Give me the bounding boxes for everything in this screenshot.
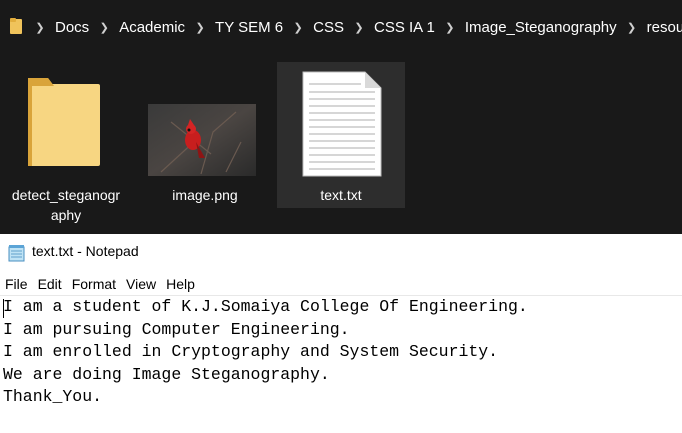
notepad-window: text.txt - Notepad File Edit Format View… bbox=[0, 234, 682, 433]
file-grid: detect_steganogr aphy image.png text.txt bbox=[0, 62, 682, 234]
breadcrumb-image-steganography[interactable]: Image_Steganography bbox=[462, 19, 620, 36]
menu-format[interactable]: Format bbox=[67, 273, 121, 295]
menu-bar: File Edit Format View Help bbox=[0, 272, 682, 295]
window-title: text.txt - Notepad bbox=[32, 243, 139, 259]
breadcrumb-items: ❯ Docs ❯ Academic ❯ TY SEM 6 ❯ CSS ❯ CSS… bbox=[28, 0, 682, 55]
text-line: I am pursuing Computer Engineering. bbox=[3, 319, 350, 339]
text-file-icon bbox=[302, 71, 382, 177]
text-caret bbox=[3, 299, 4, 318]
file-item-text-txt[interactable]: text.txt bbox=[277, 62, 405, 208]
file-item-image-png[interactable]: image.png bbox=[141, 62, 269, 208]
text-editor[interactable]: I am a student of K.J.Somaiya College Of… bbox=[0, 296, 682, 433]
file-name: detect_steganogr aphy bbox=[2, 185, 130, 225]
menu-help[interactable]: Help bbox=[161, 273, 200, 295]
text-line: We are doing Image Steganography. bbox=[3, 364, 330, 384]
text-line: Thank_You. bbox=[3, 387, 103, 406]
file-name: image.png bbox=[172, 187, 238, 203]
chevron-right-icon[interactable]: ❯ bbox=[350, 21, 368, 34]
screen: ❯ Docs ❯ Academic ❯ TY SEM 6 ❯ CSS ❯ CSS… bbox=[0, 0, 682, 433]
breadcrumb-ty-sem-6[interactable]: TY SEM 6 bbox=[212, 19, 286, 36]
breadcrumb-resources[interactable]: resources bbox=[644, 19, 682, 36]
menu-file[interactable]: File bbox=[0, 273, 33, 295]
menu-view[interactable]: View bbox=[121, 273, 161, 295]
chevron-right-icon[interactable]: ❯ bbox=[31, 21, 49, 34]
chevron-right-icon[interactable]: ❯ bbox=[95, 21, 113, 34]
file-item-detect-steganography[interactable]: detect_steganogr aphy bbox=[2, 62, 130, 223]
chevron-right-icon[interactable]: ❯ bbox=[441, 21, 459, 34]
breadcrumb-css[interactable]: CSS bbox=[310, 19, 347, 36]
image-thumbnail bbox=[148, 104, 256, 176]
text-line: I am a student of K.J.Somaiya College Of… bbox=[3, 297, 528, 316]
chevron-right-icon[interactable]: ❯ bbox=[289, 21, 307, 34]
breadcrumb-academic[interactable]: Academic bbox=[116, 19, 188, 36]
folder-icon bbox=[28, 78, 100, 166]
breadcrumb-docs[interactable]: Docs bbox=[52, 19, 92, 36]
chevron-right-icon[interactable]: ❯ bbox=[623, 21, 641, 34]
text-line: I am enrolled in Cryptography and System… bbox=[3, 342, 499, 361]
chevron-right-icon[interactable]: ❯ bbox=[191, 21, 209, 34]
file-explorer: ❯ Docs ❯ Academic ❯ TY SEM 6 ❯ CSS ❯ CSS… bbox=[0, 0, 682, 234]
file-name-line-2: aphy bbox=[50, 207, 82, 223]
file-name-line-1: detect_steganogr bbox=[11, 187, 121, 203]
notepad-titlebar[interactable]: text.txt - Notepad bbox=[0, 234, 682, 272]
breadcrumb-css-ia-1[interactable]: CSS IA 1 bbox=[371, 19, 438, 36]
breadcrumb: ❯ Docs ❯ Academic ❯ TY SEM 6 ❯ CSS ❯ CSS… bbox=[0, 0, 682, 55]
folder-icon bbox=[10, 18, 22, 34]
file-name: text.txt bbox=[320, 187, 362, 203]
notepad-icon bbox=[8, 245, 25, 262]
menu-edit[interactable]: Edit bbox=[33, 273, 67, 295]
